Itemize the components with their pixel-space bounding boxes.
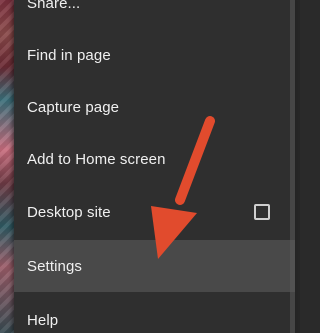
menu-item-label: Help — [27, 311, 59, 329]
menu-item-label: Settings — [27, 257, 82, 275]
menu-item-label: Desktop site — [27, 203, 111, 221]
overflow-menu: Share... Find in page Capture page Add t… — [14, 0, 295, 333]
menu-item-add-to-home-screen[interactable]: Add to Home screen — [14, 133, 295, 185]
menu-item-label: Find in page — [27, 46, 111, 64]
menu-item-settings[interactable]: Settings — [14, 240, 295, 292]
menu-item-label: Share... — [27, 0, 81, 12]
menu-item-desktop-site[interactable]: Desktop site — [14, 186, 295, 238]
menu-right-edge — [290, 0, 295, 333]
menu-item-help[interactable]: Help — [14, 294, 295, 333]
menu-item-capture-page[interactable]: Capture page — [14, 81, 295, 133]
menu-item-share[interactable]: Share... — [14, 0, 295, 29]
menu-item-find-in-page[interactable]: Find in page — [14, 29, 295, 81]
desktop-site-checkbox[interactable] — [254, 204, 270, 220]
menu-item-label: Add to Home screen — [27, 150, 166, 168]
menu-item-label: Capture page — [27, 98, 120, 116]
browser-overflow-menu-screen: Share... Find in page Capture page Add t… — [0, 0, 300, 333]
